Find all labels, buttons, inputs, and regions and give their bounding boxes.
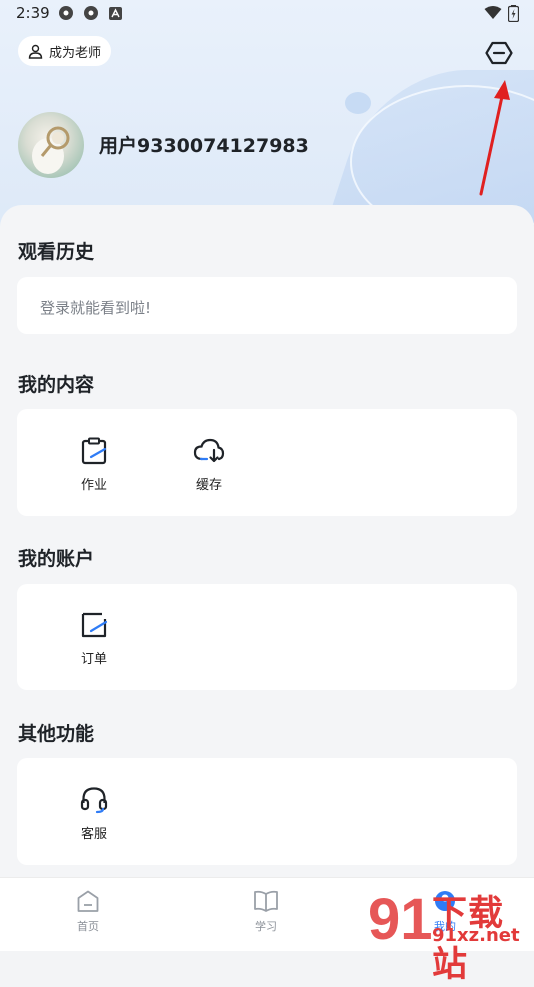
history-card[interactable]: 登录就能看到啦! bbox=[17, 277, 517, 334]
app-notification-icon bbox=[59, 6, 73, 20]
tab-study-label: 学习 bbox=[255, 920, 277, 933]
customer-service-button[interactable]: 客服 bbox=[59, 785, 129, 842]
profile-content: 观看历史 登录就能看到啦! 我的内容 作业 缓存 我的账户 订单 其他功能 客服 bbox=[0, 205, 534, 877]
battery-icon bbox=[508, 5, 519, 22]
my-content-section-title: 我的内容 bbox=[18, 374, 95, 396]
watermark-domain: 91xz.net bbox=[432, 925, 520, 946]
avatar-illustration bbox=[32, 126, 70, 174]
cloud-download-icon bbox=[193, 438, 225, 463]
order-icon bbox=[81, 612, 108, 638]
tab-home[interactable]: 首页 bbox=[48, 888, 128, 934]
watermark-logo: 91 bbox=[368, 887, 433, 952]
wifi-icon bbox=[484, 6, 502, 19]
app-notification-icon-2 bbox=[84, 6, 98, 20]
person-icon bbox=[28, 44, 43, 59]
history-section-title: 观看历史 bbox=[18, 241, 95, 263]
login-hint: 登录就能看到啦! bbox=[40, 299, 152, 317]
svg-text:91: 91 bbox=[368, 887, 432, 949]
my-account-card: 订单 bbox=[17, 584, 517, 690]
status-time: 2:39 bbox=[16, 4, 50, 22]
cache-button[interactable]: 缓存 bbox=[174, 436, 244, 493]
customer-service-label: 客服 bbox=[80, 827, 107, 842]
other-section-title: 其他功能 bbox=[18, 723, 95, 745]
header-decoration-dot bbox=[345, 92, 371, 114]
homework-label: 作业 bbox=[80, 478, 107, 493]
my-account-section-title: 我的账户 bbox=[18, 548, 95, 570]
keyboard-notification-icon bbox=[109, 7, 122, 20]
orders-label: 订单 bbox=[80, 652, 107, 667]
clipboard-icon bbox=[81, 437, 107, 465]
avatar[interactable] bbox=[18, 112, 84, 178]
homework-button[interactable]: 作业 bbox=[59, 436, 129, 493]
username[interactable]: 用户9330074127983 bbox=[99, 131, 309, 158]
headset-icon bbox=[80, 787, 108, 814]
cache-label: 缓存 bbox=[195, 478, 222, 493]
become-teacher-button[interactable]: 成为老师 bbox=[18, 36, 112, 66]
tab-study[interactable]: 学习 bbox=[226, 888, 306, 934]
orders-button[interactable]: 订单 bbox=[59, 610, 129, 667]
become-teacher-label: 成为老师 bbox=[49, 45, 102, 61]
watermark: 91 下载站 91xz.net bbox=[366, 883, 534, 985]
home-icon bbox=[77, 890, 99, 912]
status-bar: 2:39 bbox=[0, 0, 534, 28]
book-icon bbox=[254, 890, 278, 912]
settings-icon[interactable] bbox=[484, 38, 514, 68]
other-functions-card: 客服 bbox=[17, 758, 517, 865]
my-content-card: 作业 缓存 bbox=[17, 409, 517, 516]
annotation-arrow bbox=[479, 80, 510, 196]
tab-home-label: 首页 bbox=[77, 920, 99, 933]
